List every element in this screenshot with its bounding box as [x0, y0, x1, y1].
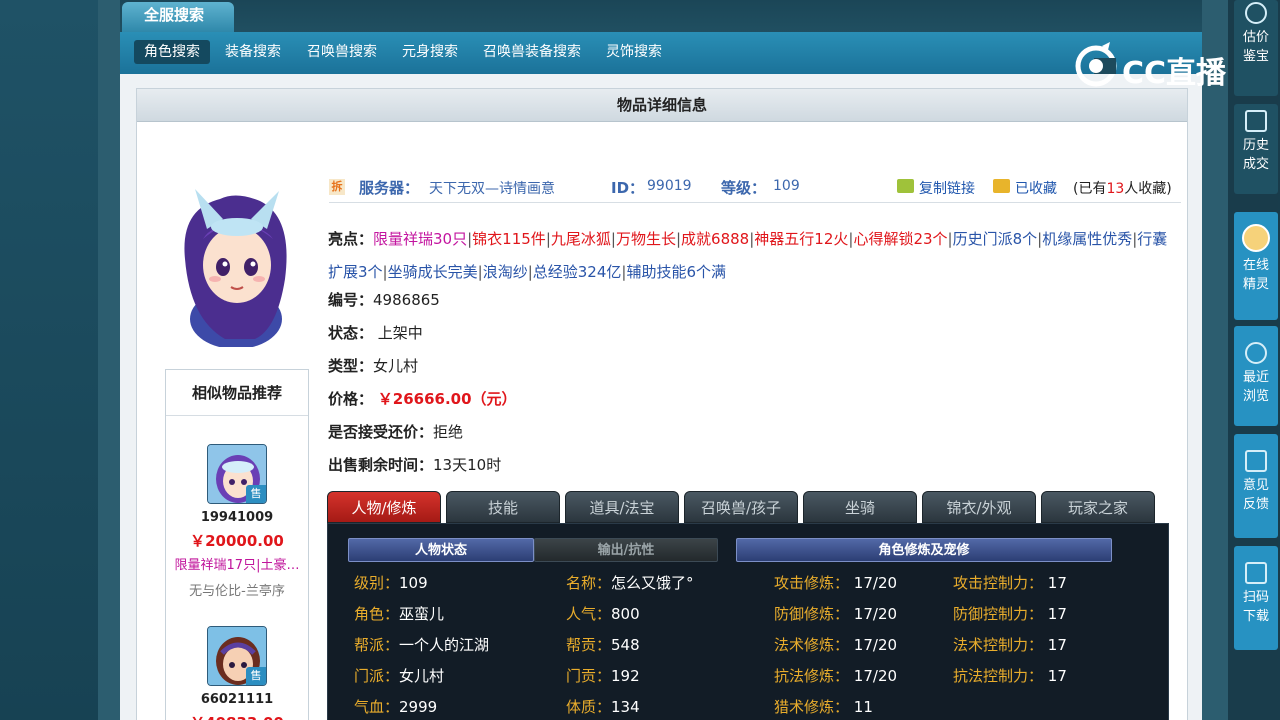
sidebar-appraisal[interactable]: 估价 鉴宝	[1234, 0, 1278, 96]
subnav-role-search[interactable]: 角色搜索	[134, 40, 210, 64]
similar-item-avatar[interactable]: 售	[207, 444, 267, 504]
highlights: 亮点：限量祥瑞30只|锦衣115件|九尾冰狐|万物生长|成就6888|神器五行1…	[328, 230, 1168, 281]
server-value: 天下无双—诗情画意	[429, 181, 555, 197]
tab-player-home[interactable]: 玩家之家	[1041, 491, 1155, 523]
similar-item-tag: 限量祥瑞17只|土豪…	[174, 558, 300, 573]
stat-magic-control: 法术控制力： 17	[953, 636, 1067, 654]
stat-resist-control: 抗法控制力： 17	[953, 667, 1067, 685]
similar-item-server: 无与伦比-兰亭序	[189, 584, 285, 599]
subnav-ornament-search[interactable]: 灵饰搜索	[596, 40, 672, 64]
section-output-resist[interactable]: 输出/抗性	[534, 538, 718, 562]
assistant-avatar-icon	[1242, 224, 1270, 252]
similar-item-price: ￥20000.00	[190, 532, 284, 550]
sell-badge: 售	[246, 485, 266, 503]
section-character-status[interactable]: 人物状态	[348, 538, 534, 562]
favorite-icon[interactable]	[993, 179, 1010, 193]
cc-live-text: CC直播	[1122, 56, 1227, 91]
similar-item-price: ￥40833.00	[166, 712, 308, 720]
section-cultivation: 角色修炼及宠修	[736, 538, 1112, 562]
main-panel: 全服搜索 角色搜索 装备搜索 召唤兽搜索 元身搜索 召唤兽装备搜索 灵饰搜索 物…	[120, 0, 1202, 720]
stat-defense-control: 防御控制力： 17	[953, 605, 1067, 623]
tab-appearance[interactable]: 锦衣/外观	[922, 491, 1036, 523]
item-price: 价格： ￥26666.00（元）	[328, 390, 517, 408]
stat-name: 名称：怎么又饿了°	[566, 574, 694, 592]
character-portrait	[165, 169, 307, 349]
stat-popularity: 人气：800	[566, 605, 640, 623]
stat-magic-cultivation: 法术修炼： 17/20	[774, 636, 898, 654]
similar-item-id: 19941009	[200, 510, 274, 525]
stat-defense-cultivation: 防御修炼： 17/20	[774, 605, 898, 623]
item-status: 状态： 上架中	[328, 324, 423, 342]
top-bar: 全服搜索	[120, 0, 1202, 32]
similar-item-id: 66021111	[200, 692, 274, 707]
favorite-count-text: (已有13人收藏)	[1073, 181, 1172, 197]
tab-skills[interactable]: 技能	[446, 491, 560, 523]
stat-school-contrib: 门贡：192	[566, 667, 640, 685]
item-type: 类型：女儿村	[328, 357, 419, 375]
info-row: 拆 服务器： 天下无双—诗情画意 ID： 99019 等级： 109 复制链接 …	[329, 175, 1181, 203]
id-label: ID：	[611, 179, 645, 197]
copy-link-button[interactable]: 复制链接	[919, 178, 975, 198]
level-value: 109	[773, 178, 800, 194]
subnav-pet-search[interactable]: 召唤兽搜索	[297, 40, 387, 64]
stat-role: 角色：巫蛮儿	[354, 605, 445, 623]
tab-character-cultivation[interactable]: 人物/修炼	[327, 491, 441, 523]
cc-live-watermark: CC直播	[1072, 40, 1242, 91]
stat-guild-contrib: 帮贡：548	[566, 636, 640, 654]
split-badge: 拆	[329, 179, 345, 195]
stat-constitution: 体质：134	[566, 698, 640, 716]
background-strip	[98, 0, 120, 720]
character-stats-panel: 人物状态 输出/抗性 角色修炼及宠修 级别：109 角色：巫蛮儿 帮派：一个人的…	[327, 523, 1169, 720]
edit-icon	[1245, 450, 1267, 472]
stat-guild: 帮派：一个人的江湖	[354, 636, 490, 654]
clock-icon	[1245, 342, 1267, 364]
background-left	[0, 0, 98, 720]
sidebar-recent-views[interactable]: 最近 浏览	[1234, 326, 1278, 426]
stat-attack-cultivation: 攻击修炼： 17/20	[774, 574, 898, 592]
detail-title: 物品详细信息	[137, 89, 1187, 122]
qr-scan-icon	[1245, 562, 1267, 584]
server-label: 服务器：	[359, 179, 420, 197]
similar-item-avatar[interactable]: 售	[207, 626, 267, 686]
remaining-time: 出售剩余时间：13天10时	[328, 456, 502, 474]
sidebar-online-assistant[interactable]: 在线 精灵	[1234, 212, 1278, 320]
favorited-button[interactable]: 已收藏	[1015, 178, 1057, 198]
id-value: 99019	[647, 178, 692, 194]
stat-school: 门派：女儿村	[354, 667, 445, 685]
stat-level: 级别：109	[354, 574, 428, 592]
item-number: 编号：4986865	[328, 291, 440, 309]
search-sub-nav: 角色搜索 装备搜索 召唤兽搜索 元身搜索 召唤兽装备搜索 灵饰搜索	[120, 32, 1202, 74]
tab-items[interactable]: 道具/法宝	[565, 491, 679, 523]
counter-offer: 是否接受还价：拒绝	[328, 423, 464, 441]
tab-pets[interactable]: 召唤兽/孩子	[684, 491, 798, 523]
sell-badge: 售	[246, 667, 266, 685]
appraisal-icon	[1245, 2, 1267, 24]
detail-tabs: 人物/修炼 技能 道具/法宝 召唤兽/孩子 坐骑 锦衣/外观 玩家之家	[327, 491, 1167, 523]
similar-items-title: 相似物品推荐	[166, 370, 308, 416]
tab-all-server-search[interactable]: 全服搜索	[122, 2, 234, 32]
check-icon	[1245, 110, 1267, 132]
subnav-pet-equipment-search[interactable]: 召唤兽装备搜索	[473, 40, 591, 64]
stat-resist-cultivation: 抗法修炼： 17/20	[774, 667, 898, 685]
detail-content: 物品详细信息 相似物品推荐 售 19941009 ￥20000.00 限量祥瑞1…	[136, 88, 1188, 720]
tab-mounts[interactable]: 坐骑	[803, 491, 917, 523]
stat-hunting-cultivation: 猎术修炼： 11	[774, 698, 873, 716]
subnav-yuanshen-search[interactable]: 元身搜索	[392, 40, 468, 64]
sidebar-feedback[interactable]: 意见 反馈	[1234, 434, 1278, 538]
level-label: 等级：	[721, 179, 767, 197]
background-right	[1202, 0, 1228, 720]
sidebar-history-deals[interactable]: 历史 成交	[1234, 104, 1278, 194]
copy-link-icon[interactable]	[897, 179, 914, 193]
stat-attack-control: 攻击控制力： 17	[953, 574, 1067, 592]
similar-items-box: 相似物品推荐 售 19941009 ￥20000.00 限量祥瑞17只|土豪…	[165, 369, 309, 720]
sidebar-scan-download[interactable]: 扫码 下载	[1234, 546, 1278, 650]
subnav-equipment-search[interactable]: 装备搜索	[215, 40, 291, 64]
stat-hp: 气血：2999	[354, 698, 438, 716]
